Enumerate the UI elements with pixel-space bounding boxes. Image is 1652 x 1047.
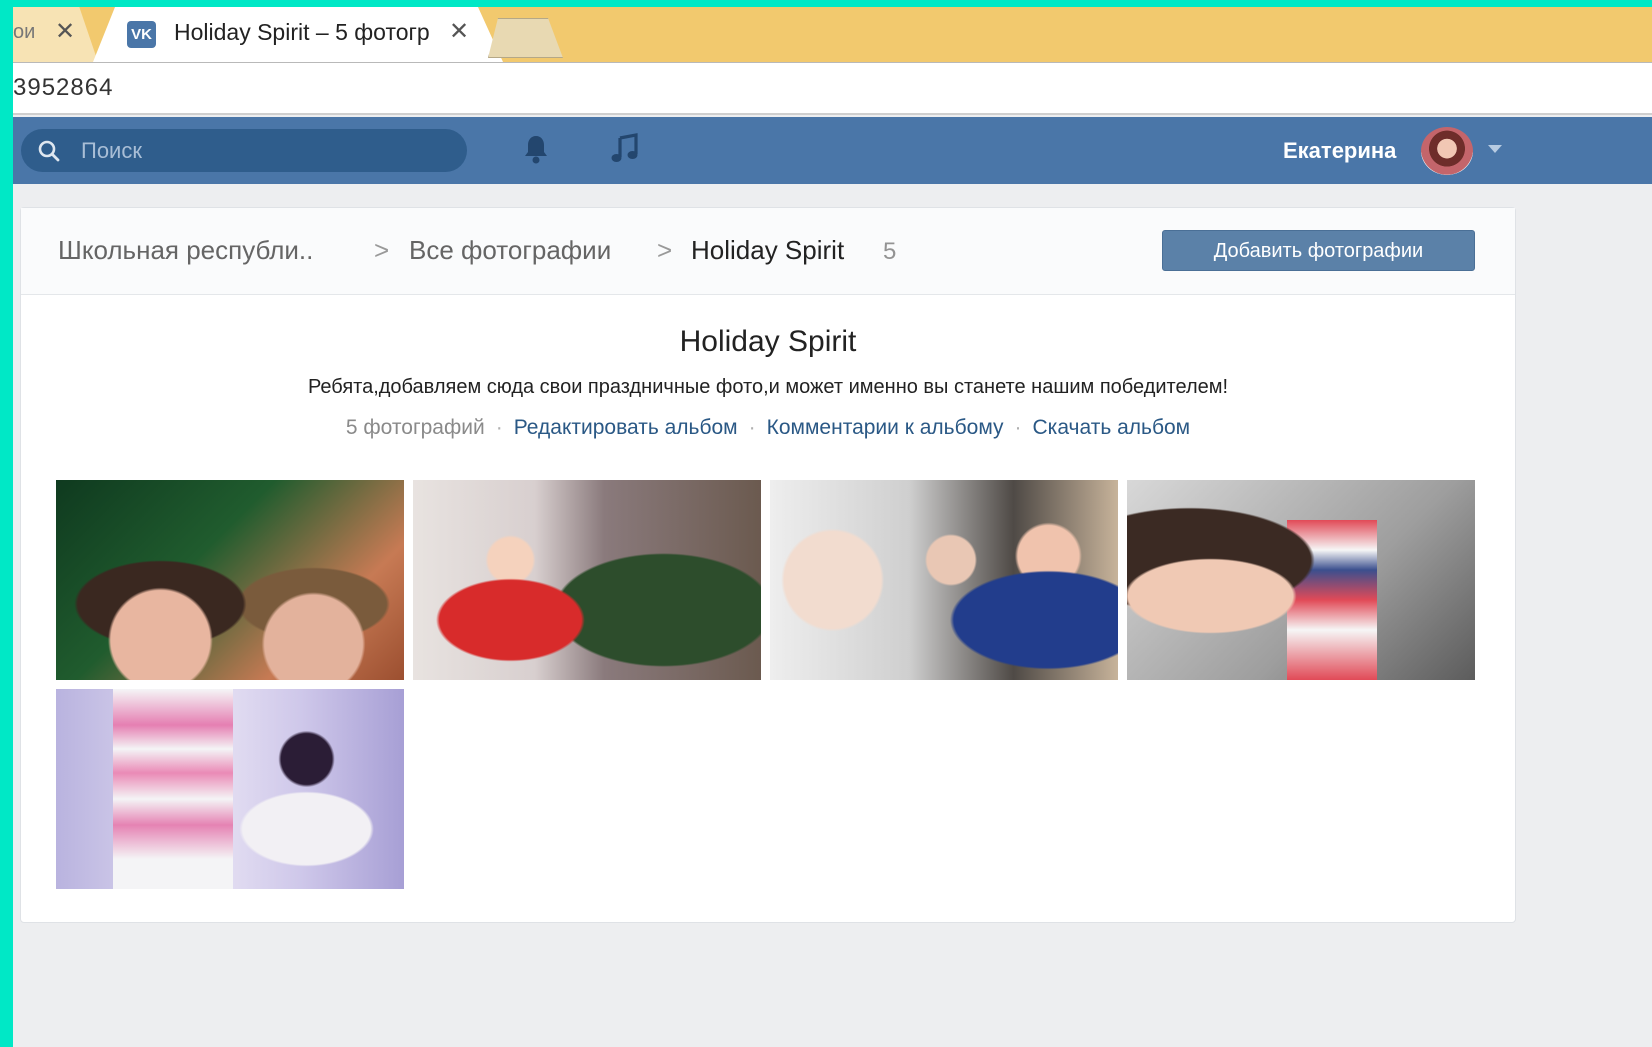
- tab-title: Holiday Spirit – 5 фотогр: [174, 19, 429, 45]
- screen: ои ✕ VK Holiday Spirit – 5 фотогр ✕ 3952…: [13, 7, 1652, 1047]
- album-actions: 5 фотографий · Редактировать альбом · Коммен…: [21, 416, 1515, 440]
- album-card: Школьная республи.. > Все фотографии > H…: [20, 207, 1516, 923]
- photo-thumbnail-1[interactable]: [56, 480, 404, 680]
- breadcrumb-separator: >: [657, 235, 673, 265]
- add-photos-button[interactable]: Добавить фотографии: [1162, 230, 1475, 271]
- photo-thumbnail-2[interactable]: [413, 480, 761, 680]
- separator-dot: ·: [1014, 416, 1022, 439]
- photo-grid: [56, 480, 1476, 890]
- new-tab-button[interactable]: [488, 18, 563, 58]
- bell-icon[interactable]: [521, 133, 551, 170]
- browser-tab-active[interactable]: VK Holiday Spirit – 5 фотогр ✕: [93, 7, 503, 62]
- address-url: 3952864: [13, 74, 114, 101]
- edit-album-link[interactable]: Редактировать альбом: [514, 416, 738, 439]
- tab-title: ои: [13, 21, 36, 43]
- browser-tab-bar: ои ✕ VK Holiday Spirit – 5 фотогр ✕: [13, 7, 1652, 63]
- photo-thumbnail-5[interactable]: [56, 689, 404, 889]
- album-title: Holiday Spirit: [679, 325, 857, 358]
- close-icon[interactable]: ✕: [449, 17, 469, 46]
- separator-dot: ·: [495, 416, 503, 439]
- photo-thumbnail-3[interactable]: [770, 480, 1118, 680]
- photo-thumbnail-4[interactable]: [1127, 480, 1475, 680]
- breadcrumb-separator: >: [374, 235, 390, 265]
- vk-header: Поиск Екатерина: [13, 117, 1652, 184]
- breadcrumb-group-link[interactable]: Школьная республи..: [58, 235, 313, 266]
- browser-tab-previous[interactable]: ои ✕: [13, 7, 98, 62]
- breadcrumb: Школьная республи.. > Все фотографии > H…: [21, 208, 1515, 295]
- album-comments-link[interactable]: Комментарии к альбому: [767, 416, 1004, 439]
- breadcrumb-photo-count: 5: [883, 238, 897, 265]
- vk-favicon-icon: VK: [127, 21, 156, 48]
- download-album-link[interactable]: Скачать альбом: [1033, 416, 1191, 439]
- album-description: Ребята,добавляем сюда свои праздничные ф…: [307, 376, 1229, 398]
- address-bar[interactable]: 3952864: [13, 63, 1652, 115]
- breadcrumb-current-album: Holiday Spirit: [691, 235, 845, 265]
- breadcrumb-all-photos-link[interactable]: Все фотографии: [409, 235, 611, 266]
- close-icon[interactable]: ✕: [55, 17, 75, 46]
- user-name[interactable]: Екатерина: [1283, 138, 1396, 164]
- album-photo-count: 5 фотографий: [345, 416, 485, 439]
- music-icon[interactable]: [610, 133, 640, 170]
- chevron-down-icon[interactable]: [1488, 145, 1502, 153]
- search-placeholder: Поиск: [81, 138, 142, 163]
- separator-dot: ·: [748, 416, 756, 439]
- search-icon: [37, 139, 61, 168]
- search-input[interactable]: Поиск: [21, 129, 467, 172]
- avatar[interactable]: [1421, 127, 1473, 175]
